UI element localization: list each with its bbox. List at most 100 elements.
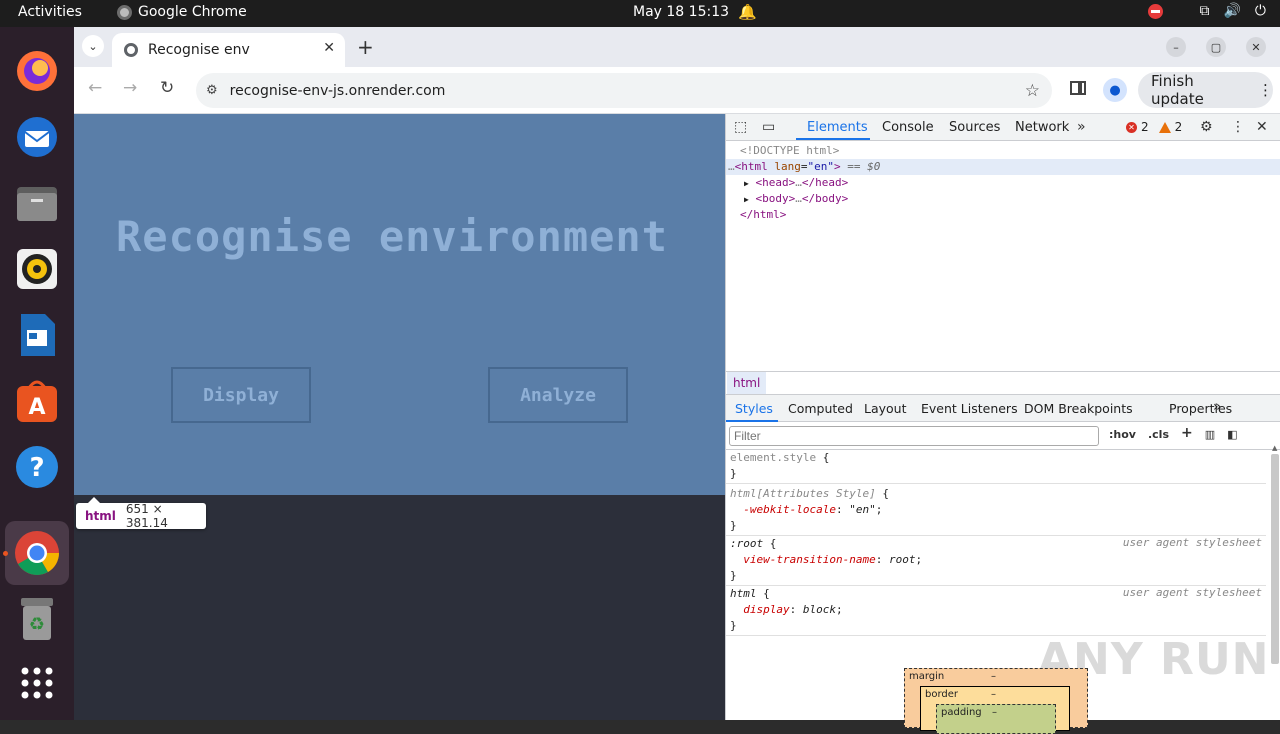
box-model-margin[interactable]: margin – border – padding – <box>904 668 1088 734</box>
box-model-padding[interactable]: padding – <box>936 704 1056 734</box>
tab-properties[interactable]: Properties <box>1169 401 1232 416</box>
profile-avatar-icon[interactable]: ● <box>1103 78 1127 102</box>
firefox-icon[interactable] <box>11 45 63 97</box>
system-tray[interactable]: ⧉ 🔊 ⏻ <box>1148 3 1266 19</box>
chrome-icon[interactable] <box>5 521 69 585</box>
box-model-border[interactable]: border – padding – <box>920 686 1070 734</box>
dom-html-node[interactable]: …<html lang="en"> == $0 <box>726 159 1280 175</box>
trash-icon[interactable]: ♻ <box>11 593 63 645</box>
ua-stylesheet-label: user agent stylesheet <box>1122 536 1262 549</box>
finish-update-label: Finish update <box>1151 72 1204 108</box>
forward-arrow-icon[interactable]: → <box>123 78 137 98</box>
ua-stylesheet-label: user agent stylesheet <box>1122 586 1262 599</box>
svg-text:?: ? <box>29 453 44 483</box>
ellipsis-icon: … <box>728 160 735 173</box>
rule-html[interactable]: html { user agent stylesheet display: bl… <box>726 586 1266 636</box>
tab-computed[interactable]: Computed <box>788 401 853 416</box>
tab-strip: ⌄ Recognise env ✕ + – ▢ ✕ <box>74 27 1280 67</box>
tab-dom-breakpoints[interactable]: DOM Breakpoints <box>1024 401 1133 416</box>
notification-bell-icon[interactable]: 🔔 <box>738 3 757 21</box>
devtools-menu-kebab-icon[interactable]: ⋮ <box>1231 119 1245 135</box>
side-panel-icon[interactable] <box>1070 81 1086 95</box>
hov-toggle[interactable]: :hov <box>1109 428 1136 441</box>
more-tabs-chevron-icon[interactable]: » <box>1077 119 1086 135</box>
display-button[interactable]: Display <box>171 367 311 423</box>
volume-icon[interactable]: 🔊 <box>1223 3 1240 19</box>
tab-elements[interactable]: Elements <box>807 120 868 135</box>
dom-doctype[interactable]: <!DOCTYPE html> <box>726 143 1280 159</box>
tab-styles[interactable]: Styles <box>735 401 773 416</box>
running-indicator <box>3 551 8 556</box>
expand-triangle-icon: ▶ <box>744 195 749 204</box>
styles-filter-input[interactable] <box>729 426 1099 446</box>
close-window-icon[interactable]: ✕ <box>1246 37 1266 57</box>
app-menu[interactable]: Google Chrome <box>117 4 247 20</box>
devtools-tab-bar: ⬚ ▭ Elements Console Sources Network » ✕… <box>726 114 1280 141</box>
network-icon[interactable]: ⧉ <box>1199 3 1209 19</box>
bookmark-star-icon[interactable]: ☆ <box>1025 81 1040 101</box>
toggle-sidebar-icon[interactable]: ◧ <box>1227 428 1237 441</box>
tab-sources[interactable]: Sources <box>949 120 1000 135</box>
tab-title: Recognise env <box>148 42 250 58</box>
url-text[interactable]: recognise-env-js.onrender.com <box>230 83 446 99</box>
writer-icon[interactable] <box>11 309 63 361</box>
tab-console[interactable]: Console <box>882 120 934 135</box>
paint-brush-icon[interactable]: ▥ <box>1205 428 1215 441</box>
issues-badge[interactable]: ✕ 2 2 <box>1126 120 1182 134</box>
files-icon[interactable] <box>11 177 63 229</box>
tab-search-chevron-down-icon[interactable]: ⌄ <box>82 35 104 57</box>
recording-indicator-icon[interactable] <box>1148 3 1164 19</box>
tab-network[interactable]: Network <box>1015 120 1069 135</box>
browser-toolbar: ← → ↻ ⚙ recognise-env-js.onrender.com ☆ … <box>74 67 1280 114</box>
cls-toggle[interactable]: .cls <box>1148 428 1169 441</box>
new-rule-plus-icon[interactable]: + <box>1181 425 1193 441</box>
app-center-icon[interactable]: A <box>11 375 63 427</box>
tab-recognise-env[interactable]: Recognise env ✕ <box>112 33 345 67</box>
error-count: 2 <box>1141 120 1149 134</box>
new-tab-plus-icon[interactable]: + <box>357 35 374 59</box>
styles-toolbar: :hov .cls + ▥ ◧ <box>1109 425 1238 441</box>
dom-head-node[interactable]: ▶ <head>…</head> <box>726 175 1280 191</box>
dom-tree: <!DOCTYPE html> …<html lang="en"> == $0 … <box>726 141 1280 371</box>
chrome-window: ⌄ Recognise env ✕ + – ▢ ✕ ← → ↻ ⚙ recogn… <box>74 27 1280 734</box>
help-icon[interactable]: ? <box>11 441 63 493</box>
more-subtabs-chevron-icon[interactable]: » <box>1213 399 1222 415</box>
device-toolbar-icon[interactable]: ▭ <box>762 119 775 135</box>
clock[interactable]: May 18 15:13 <box>633 4 729 20</box>
svg-text:♻: ♻ <box>29 614 45 635</box>
back-arrow-icon[interactable]: ← <box>88 78 102 98</box>
rule-root[interactable]: :root { user agent stylesheet view-trans… <box>726 536 1266 586</box>
rhythmbox-icon[interactable] <box>11 243 63 295</box>
tooltip-size: 651 × 381.14 <box>125 502 168 530</box>
tab-layout[interactable]: Layout <box>864 401 907 416</box>
scroll-up-arrow-icon[interactable]: ▲ <box>1272 444 1277 452</box>
app-name-label: Google Chrome <box>138 4 247 20</box>
site-info-tune-icon[interactable]: ⚙ <box>206 83 218 98</box>
analyze-button[interactable]: Analyze <box>488 367 628 423</box>
dom-body-node[interactable]: ▶ <body>…</body> <box>726 191 1280 207</box>
finish-update-button[interactable]: Finish update ⋮ <box>1138 72 1273 108</box>
chrome-icon <box>117 4 132 20</box>
rule-attributes-style[interactable]: html[Attributes Style] { -webkit-locale:… <box>726 486 1266 536</box>
reload-icon[interactable]: ↻ <box>160 78 174 98</box>
settings-gear-icon[interactable]: ⚙ <box>1200 119 1213 135</box>
power-icon[interactable]: ⏻ <box>1255 3 1266 19</box>
app-grid-icon[interactable] <box>11 657 63 709</box>
styles-scrollbar[interactable] <box>1271 454 1279 664</box>
thunderbird-icon[interactable] <box>11 111 63 163</box>
minimize-icon[interactable]: – <box>1166 37 1186 57</box>
activities-button[interactable]: Activities <box>18 4 82 20</box>
rule-element-style[interactable]: element.style { } <box>726 450 1266 484</box>
dom-html-close[interactable]: </html> <box>726 207 1280 223</box>
tab-event-listeners[interactable]: Event Listeners <box>921 401 1018 416</box>
close-tab-icon[interactable]: ✕ <box>323 40 335 56</box>
menu-kebab-icon: ⋮ <box>1258 81 1273 99</box>
inspect-element-icon[interactable]: ⬚ <box>734 119 747 135</box>
breadcrumb: html <box>726 371 1280 395</box>
breadcrumb-item-html[interactable]: html <box>727 372 767 394</box>
element-inspect-tooltip: html 651 × 381.14 <box>76 497 206 530</box>
address-bar[interactable]: ⚙ recognise-env-js.onrender.com ☆ <box>196 73 1052 108</box>
globe-icon <box>124 43 138 57</box>
close-devtools-icon[interactable]: ✕ <box>1256 119 1268 135</box>
maximize-icon[interactable]: ▢ <box>1206 37 1226 57</box>
